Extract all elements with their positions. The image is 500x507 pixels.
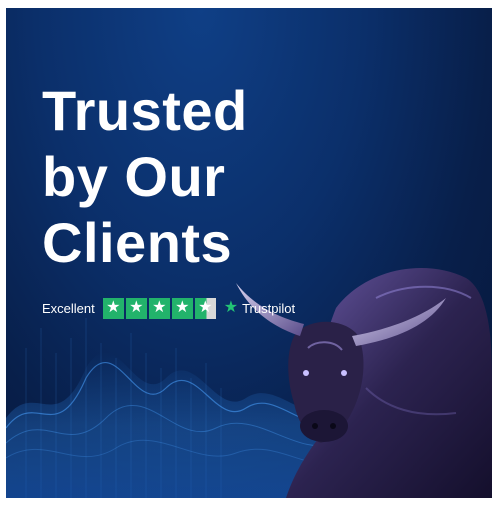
star-icon: ★ <box>125 297 147 319</box>
star-icon: ★ <box>171 297 193 319</box>
trustpilot-label: Trustpilot <box>242 300 296 316</box>
headline-line-1: Trusted <box>42 79 248 142</box>
trustpilot-star-icon: ★ <box>223 299 239 316</box>
headline-line-3: Clients <box>42 211 233 274</box>
star-rating: ★ ★ ★ ★ ★ <box>102 297 216 319</box>
rating-row: Excellent ★ ★ ★ ★ ★ ★ Trustpilot <box>42 296 295 320</box>
star-icon: ★ <box>102 297 124 319</box>
star-half-icon: ★ <box>194 297 216 319</box>
rating-label: Excellent <box>42 300 95 316</box>
trustpilot-brand: ★ Trustpilot <box>224 300 295 316</box>
promo-banner: Trusted by Our Clients Excellent ★ ★ ★ ★… <box>6 8 492 498</box>
headline: Trusted by Our Clients <box>42 78 342 276</box>
star-icon: ★ <box>148 297 170 319</box>
page: Trusted by Our Clients Excellent ★ ★ ★ ★… <box>0 0 500 507</box>
bull-illustration <box>236 268 492 498</box>
headline-line-2: by Our <box>42 145 226 208</box>
